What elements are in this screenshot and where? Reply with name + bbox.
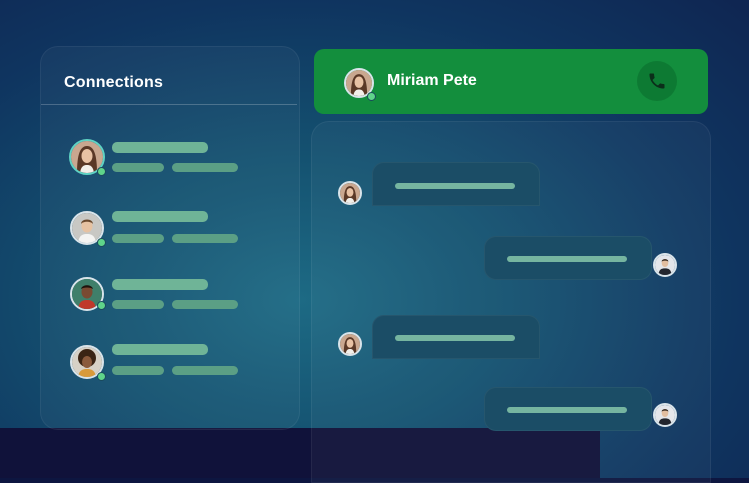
- outgoing-message-bubble: [484, 387, 652, 431]
- contact-message-avatar: [338, 332, 362, 356]
- call-button[interactable]: [637, 61, 677, 101]
- contact-item-4[interactable]: [69, 344, 269, 384]
- chat-messages-panel: [311, 121, 711, 483]
- chat-header: Miriam Pete: [314, 49, 708, 114]
- online-status-dot: [97, 167, 106, 176]
- contact-item-3[interactable]: [69, 277, 269, 317]
- contact-item-2[interactable]: [69, 210, 269, 250]
- chat-contact-name: Miriam Pete: [387, 72, 477, 89]
- message-placeholder-line: [395, 335, 515, 341]
- online-status-dot: [97, 372, 106, 381]
- outgoing-message-bubble: [484, 236, 652, 280]
- name-placeholder-bar: [112, 344, 208, 355]
- online-status-dot: [97, 238, 106, 247]
- user-message-avatar: [653, 403, 677, 427]
- message-placeholder-line: [507, 256, 627, 262]
- incoming-message-bubble: [372, 162, 540, 206]
- contact-item-1[interactable]: [69, 139, 269, 179]
- detail-placeholder-bar: [112, 234, 164, 243]
- online-status-dot: [97, 301, 106, 310]
- incoming-message-bubble: [372, 315, 540, 359]
- message-placeholder-line: [395, 183, 515, 189]
- contact-message-avatar: [338, 181, 362, 205]
- detail-placeholder-bar: [172, 366, 238, 375]
- user-message-avatar: [653, 253, 677, 277]
- detail-placeholder-bar: [112, 300, 164, 309]
- phone-icon: [649, 73, 665, 89]
- detail-placeholder-bar: [172, 300, 238, 309]
- name-placeholder-bar: [112, 142, 208, 153]
- detail-placeholder-bar: [112, 163, 164, 172]
- detail-placeholder-bar: [112, 366, 164, 375]
- detail-placeholder-bar: [172, 234, 238, 243]
- name-placeholder-bar: [112, 211, 208, 222]
- name-placeholder-bar: [112, 279, 208, 290]
- message-placeholder-line: [507, 407, 627, 413]
- online-status-dot: [367, 92, 376, 101]
- connections-divider: [41, 104, 297, 105]
- detail-placeholder-bar: [172, 163, 238, 172]
- connections-panel: Connections: [40, 46, 300, 430]
- connections-title: Connections: [64, 74, 164, 91]
